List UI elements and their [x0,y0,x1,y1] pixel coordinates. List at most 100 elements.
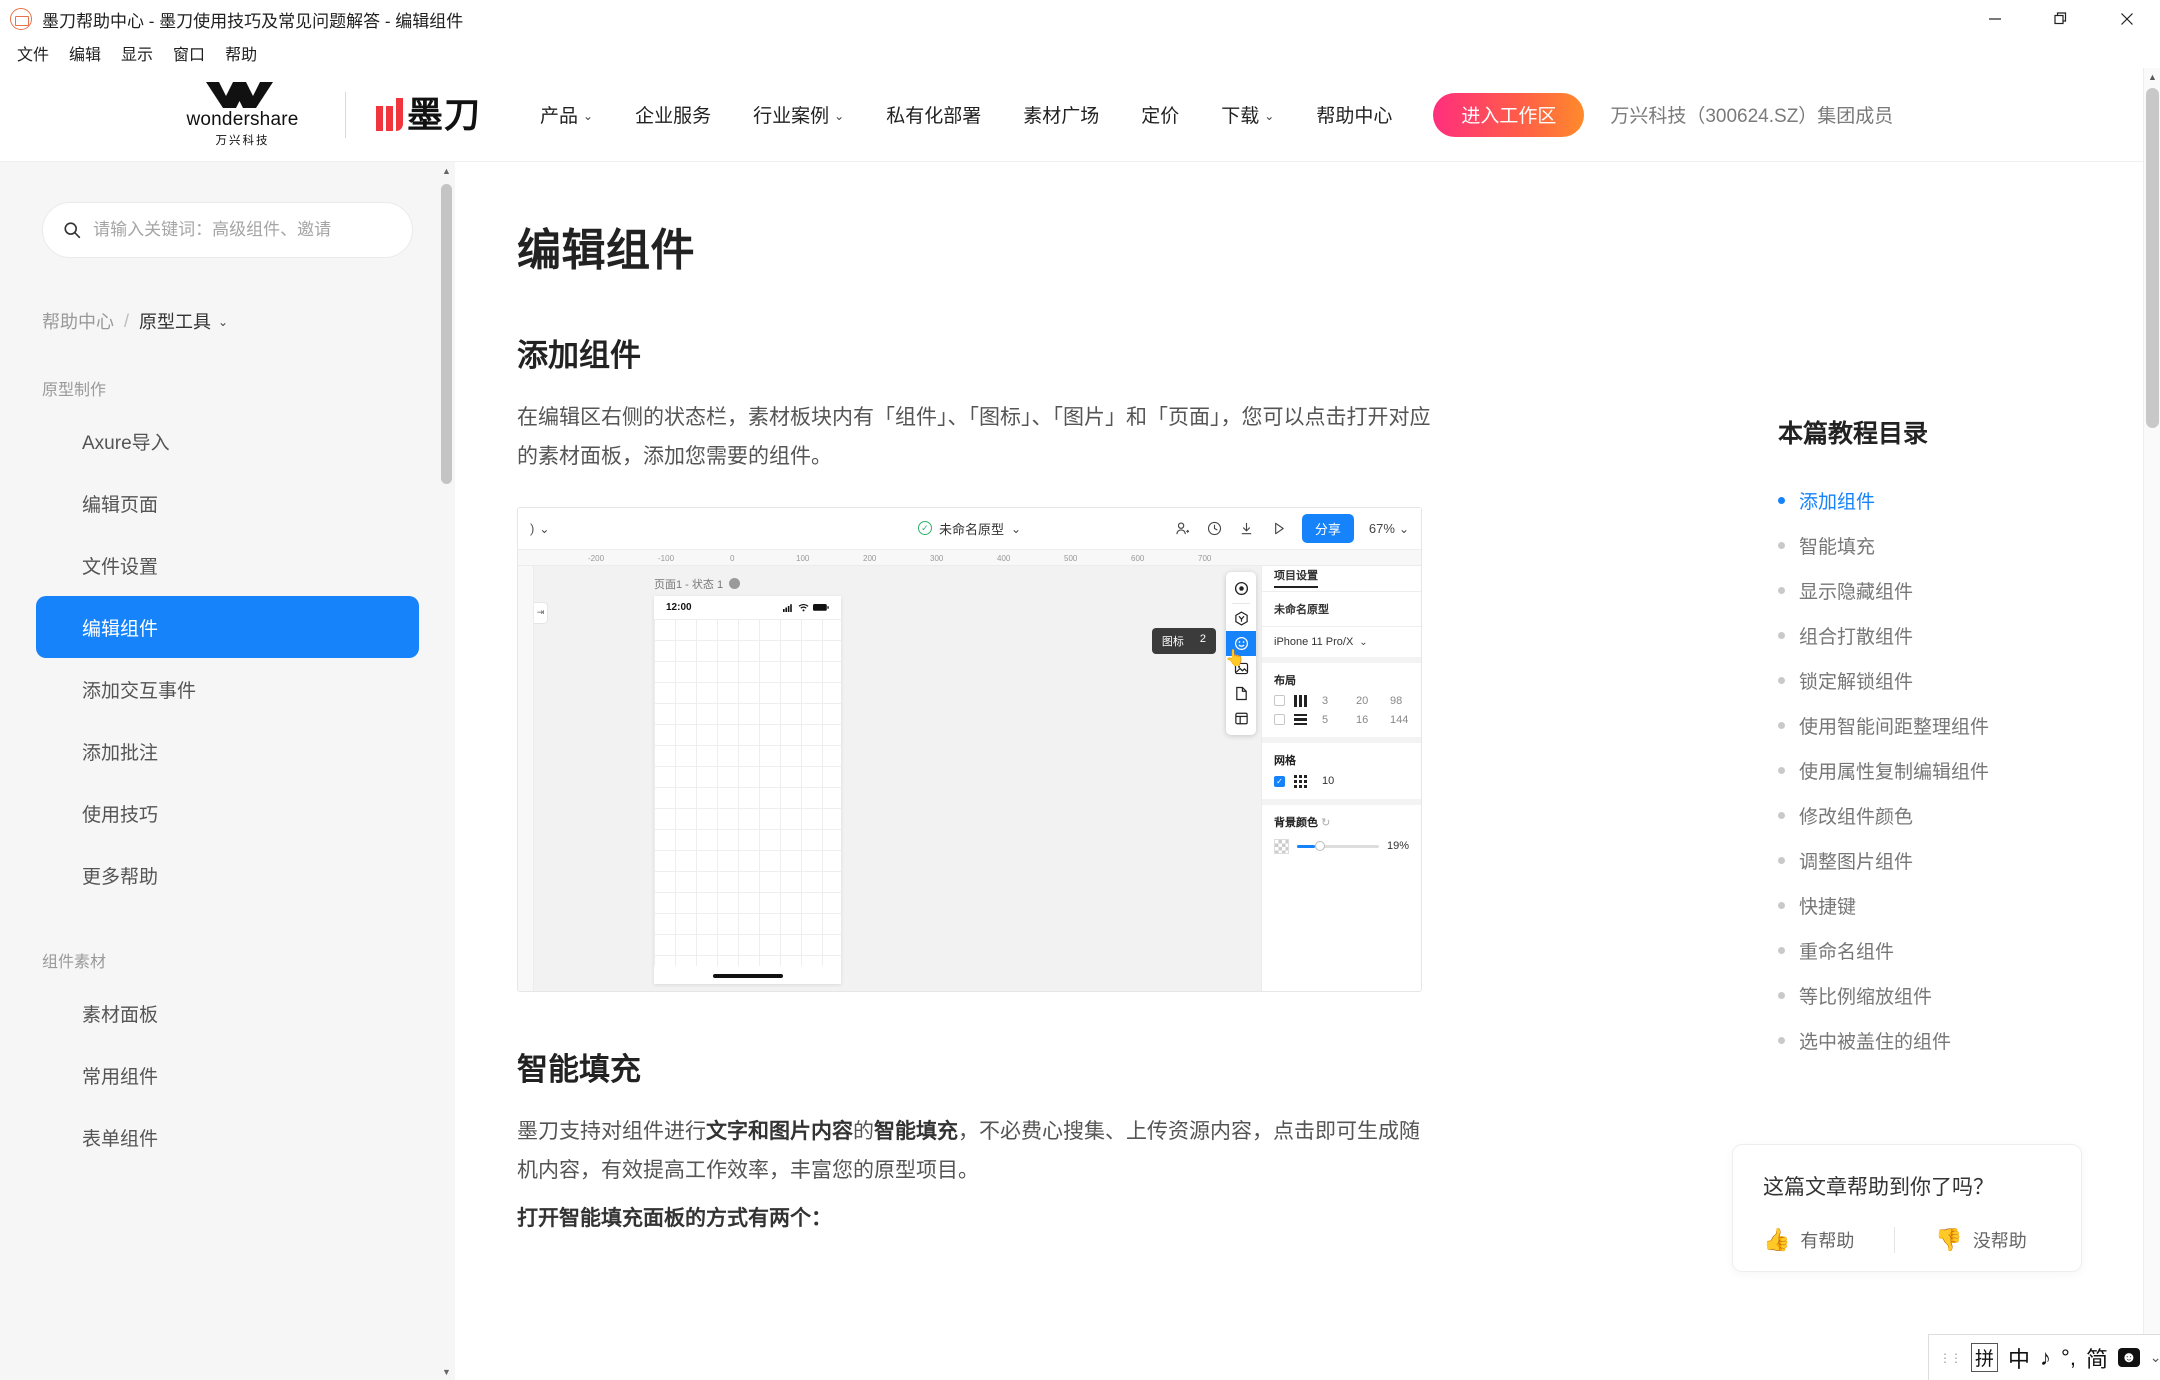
scroll-up-arrow-icon[interactable]: ▲ [438,162,455,179]
sidebar-search[interactable] [42,202,413,258]
ime-punctuation-button[interactable]: °, [2061,1345,2076,1371]
sidebar-item-add-annotation[interactable]: 添加批注 [36,720,419,782]
search-input[interactable] [93,220,392,240]
scroll-up-arrow-icon[interactable]: ▲ [2144,68,2160,85]
inspector-device-row[interactable]: iPhone 11 Pro/X ⌄ [1262,627,1421,663]
ime-music-icon[interactable]: ♪ [2040,1345,2051,1371]
sidebar-item-edit-page[interactable]: 编辑页面 [36,472,419,534]
nav-item-private-deploy[interactable]: 私有化部署 [865,101,1002,128]
application-window: 墨刀帮助中心 - 墨刀使用技巧及常见问题解答 - 编辑组件 文件 编辑 显示 窗… [0,0,2160,1380]
close-button[interactable] [2094,0,2160,38]
toc-item-shortcuts[interactable]: 快捷键 [1778,883,2160,928]
history-icon[interactable] [1206,520,1223,537]
minimize-button[interactable] [1962,0,2028,38]
logo-divider [345,91,346,138]
breadcrumb-current[interactable]: 原型工具 ⌄ [139,308,228,334]
chevron-down-icon[interactable]: ⌄ [2150,1349,2160,1366]
emoji-icon[interactable]: ☻ [2117,1348,2140,1367]
modao-logo[interactable]: 墨刀 [376,96,481,133]
layout-icon[interactable] [1226,706,1256,731]
toc-item-smart-spacing[interactable]: 使用智能间距整理组件 [1778,703,2160,748]
download-icon[interactable] [1238,520,1255,537]
opacity-slider[interactable] [1297,841,1379,852]
sidebar-item-form-components[interactable]: 表单组件 [36,1106,419,1168]
breadcrumb: 帮助中心 / 原型工具 ⌄ [42,308,455,334]
page-scroll-thumb[interactable] [2146,88,2159,428]
play-icon[interactable] [1270,520,1287,537]
page-scrollbar[interactable]: ▲ ▼ [2143,68,2160,1380]
sidebar-scrollbar[interactable]: ▲ ▼ [438,162,455,1380]
layout-row[interactable]: 5 16 144 [1274,714,1409,726]
reset-icon[interactable]: ↻ [1321,817,1330,829]
toc-item-lock-unlock[interactable]: 锁定解锁组件 [1778,658,2160,703]
grid-enabled-checkbox[interactable]: ✓ [1274,775,1285,787]
menu-help[interactable]: 帮助 [216,38,266,68]
nav-item-assets[interactable]: 素材广场 [1002,101,1120,128]
app-topbar-actions: 分享 67% ⌄ [1174,513,1409,543]
wondershare-logo[interactable]: wondershare 万兴科技 [170,81,315,148]
nav-item-download[interactable]: 下载 ⌄ [1200,101,1295,128]
nav-item-help-center[interactable]: 帮助中心 [1295,101,1413,128]
sidebar-item-edit-component[interactable]: 编辑组件 [36,596,419,658]
sidebar-scroll-thumb[interactable] [441,184,452,484]
breadcrumb-root[interactable]: 帮助中心 [42,308,114,334]
nav-item-enterprise[interactable]: 企业服务 [614,101,732,128]
bullet-icon [1778,812,1785,819]
toc-item-select-covered[interactable]: 选中被盖住的组件 [1778,1018,2160,1063]
sidebar-item-asset-panel[interactable]: 素材面板 [36,982,419,1044]
drag-handle-icon[interactable]: ⋮⋮ [1939,1351,1962,1365]
ruler-tick: -100 [658,553,675,563]
ime-mode-button[interactable]: 拼 [1971,1343,1999,1372]
nav-label: 私有化部署 [886,106,982,127]
background-opacity-row[interactable]: 19% [1274,838,1409,854]
menu-window[interactable]: 窗口 [164,38,214,68]
toc-item-scale-proportional[interactable]: 等比例缩放组件 [1778,973,2160,1018]
layout-rows-checkbox[interactable] [1274,714,1285,726]
toc-item-add-component[interactable]: 添加组件 [1778,478,2160,523]
feedback-helpful-button[interactable]: 👍 有帮助 [1763,1227,1854,1253]
layout-row[interactable]: 3 20 98 [1274,694,1409,707]
feedback-not-helpful-button[interactable]: 👎 没帮助 [1935,1227,2026,1253]
toc-item-adjust-image[interactable]: 调整图片组件 [1778,838,2160,883]
toc-item-copy-properties[interactable]: 使用属性复制编辑组件 [1778,748,2160,793]
ime-script-button[interactable]: 简 [2086,1342,2108,1374]
nav-item-cases[interactable]: 行业案例 ⌄ [732,101,865,128]
sidebar-item-add-interaction[interactable]: 添加交互事件 [36,658,419,720]
color-swatch[interactable] [1274,838,1289,854]
sidebar-item-axure-import[interactable]: Axure导入 [36,410,419,472]
toc-item-smart-fill[interactable]: 智能填充 [1778,523,2160,568]
artboard-label[interactable]: 页面1 - 状态 1 [654,576,741,592]
toc-item-change-color[interactable]: 修改组件颜色 [1778,793,2160,838]
nav-item-pricing[interactable]: 定价 [1120,101,1200,128]
zoom-level-control[interactable]: 67% ⌄ [1369,521,1409,537]
toc-item-rename[interactable]: 重命名组件 [1778,928,2160,973]
enter-workspace-button[interactable]: 进入工作区 [1433,92,1585,137]
layout-columns-checkbox[interactable] [1274,695,1285,707]
ime-language-button[interactable]: 中 [2008,1342,2030,1374]
page-icon[interactable] [1226,681,1256,706]
check-circle-icon: ✓ [917,521,932,536]
inspector-tab-project-settings[interactable]: 项目设置 [1262,566,1421,592]
target-icon[interactable] [1226,576,1256,601]
slider-knob[interactable] [1315,841,1326,852]
sidebar-item-tips[interactable]: 使用技巧 [36,782,419,844]
gear-icon[interactable] [729,578,741,590]
phone-artboard[interactable]: 12:00 [654,595,841,984]
menu-view[interactable]: 显示 [112,38,162,68]
toc-item-group-ungroup[interactable]: 组合打散组件 [1778,613,2160,658]
nav-item-products[interactable]: 产品 ⌄ [519,101,614,128]
share-button[interactable]: 分享 [1301,513,1354,543]
sidebar-item-common-components[interactable]: 常用组件 [36,1044,419,1106]
menu-edit[interactable]: 编辑 [60,38,110,68]
toc-item-show-hide[interactable]: 显示隐藏组件 [1778,568,2160,613]
menu-file[interactable]: 文件 [8,38,58,68]
maximize-button[interactable] [2028,0,2094,38]
scroll-down-arrow-icon[interactable]: ▼ [438,1363,455,1380]
sidebar-item-more-help[interactable]: 更多帮助 [36,844,419,906]
add-user-icon[interactable] [1174,520,1191,537]
collapse-panel-handle[interactable]: ⇥ [534,601,548,624]
inspector-project-name-row[interactable]: 未命名原型 [1262,592,1421,627]
sidebar-item-file-settings[interactable]: 文件设置 [36,534,419,596]
grid-row[interactable]: ✓ 10 [1274,774,1409,788]
component-icon[interactable] [1226,606,1256,631]
